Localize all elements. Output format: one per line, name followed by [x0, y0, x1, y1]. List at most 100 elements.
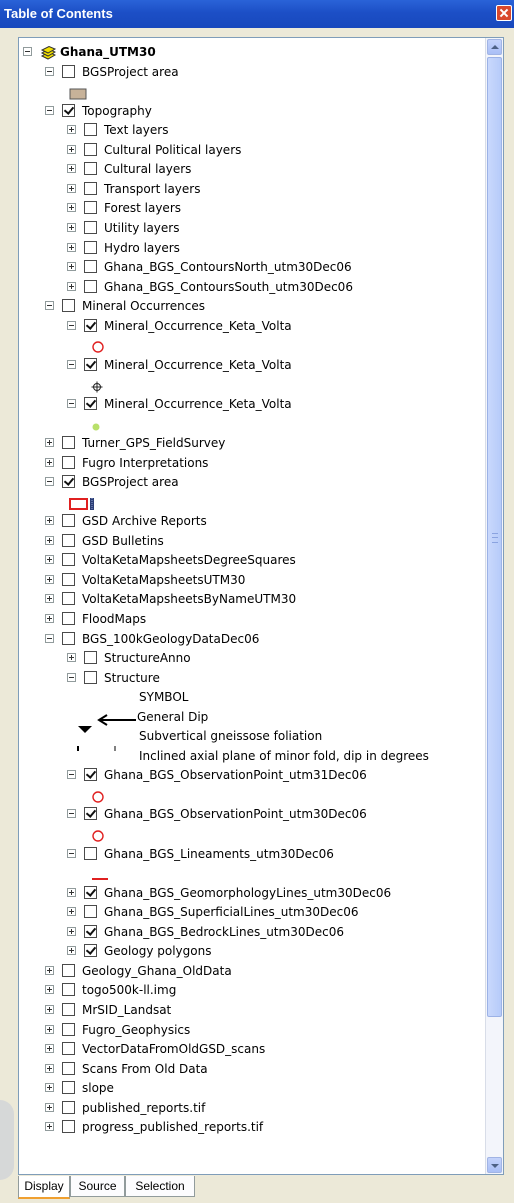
expand-icon[interactable] — [45, 1122, 54, 1132]
expand-icon[interactable] — [45, 535, 54, 545]
expand-icon[interactable] — [67, 222, 76, 232]
layer-visibility-checkbox[interactable] — [62, 1100, 75, 1114]
layer-visibility-checkbox[interactable] — [84, 905, 97, 919]
collapse-icon[interactable] — [67, 770, 76, 780]
toc-tree-panel[interactable]: Ghana_UTM30 BGSProject area Topography Text… — [18, 37, 504, 1175]
collapse-icon[interactable] — [67, 672, 76, 682]
expand-icon[interactable] — [67, 887, 76, 897]
layer-label[interactable]: FloodMaps — [82, 611, 146, 627]
collapse-icon[interactable] — [67, 809, 76, 819]
collapse-icon[interactable] — [23, 47, 32, 56]
layer-visibility-checkbox[interactable] — [62, 475, 75, 489]
collapse-icon[interactable] — [67, 320, 76, 330]
layer-row[interactable]: Mineral_Occurrence_Keta_Volta — [19, 357, 479, 375]
layer-row[interactable]: BGSProject area — [19, 64, 479, 82]
layer-visibility-checkbox[interactable] — [84, 240, 97, 254]
expand-icon[interactable] — [45, 438, 54, 447]
layer-row[interactable]: MrSID_Landsat — [19, 1002, 479, 1020]
layer-row[interactable]: Ghana_BGS_GeomorphologyLines_utm30Dec06 — [19, 885, 479, 903]
layer-row[interactable]: Ghana_BGS_ContoursSouth_utm30Dec06 — [19, 279, 479, 297]
layer-label[interactable]: Mineral_Occurrence_Keta_Volta — [104, 357, 292, 373]
layer-label[interactable]: VoltaKetaMapsheetsDegreeSquares — [82, 552, 296, 568]
expand-icon[interactable] — [45, 985, 54, 995]
layer-label[interactable]: Cultural Political layers — [104, 142, 241, 158]
layer-row[interactable]: Ghana_BGS_ObservationPoint_utm30Dec06 — [19, 806, 479, 824]
layer-visibility-checkbox[interactable] — [62, 514, 75, 528]
layer-row[interactable]: Mineral Occurrences — [19, 298, 479, 316]
collapse-icon[interactable] — [45, 477, 54, 487]
expand-icon[interactable] — [67, 125, 76, 135]
layer-label[interactable]: Geology_Ghana_OldData — [82, 963, 232, 979]
tab-display[interactable]: Display — [18, 1176, 70, 1199]
layer-visibility-checkbox[interactable] — [84, 201, 97, 215]
collapse-icon[interactable] — [67, 359, 76, 369]
expand-icon[interactable] — [67, 144, 76, 154]
layer-visibility-checkbox[interactable] — [84, 123, 97, 137]
layer-row[interactable]: Topography — [19, 103, 479, 121]
layer-label[interactable]: Transport layers — [104, 181, 200, 197]
layer-visibility-checkbox[interactable] — [84, 651, 97, 665]
layer-label[interactable]: Mineral_Occurrence_Keta_Volta — [104, 318, 292, 334]
layer-visibility-checkbox[interactable] — [62, 64, 75, 78]
layer-visibility-checkbox[interactable] — [62, 963, 75, 977]
layer-visibility-checkbox[interactable] — [62, 572, 75, 586]
layer-label[interactable]: Structure — [104, 670, 160, 686]
tab-selection[interactable]: Selection — [125, 1176, 195, 1197]
layer-row[interactable]: Ghana_UTM30 — [19, 44, 479, 62]
layer-row[interactable]: Turner_GPS_FieldSurvey — [19, 435, 479, 453]
layer-label[interactable]: Ghana_BGS_ContoursSouth_utm30Dec06 — [104, 279, 353, 295]
layer-row[interactable]: Scans From Old Data — [19, 1061, 479, 1079]
layer-row[interactable]: Ghana_BGS_SuperficialLines_utm30Dec06 — [19, 904, 479, 922]
layer-visibility-checkbox[interactable] — [62, 299, 75, 313]
layer-row[interactable]: BGSProject area — [19, 474, 479, 492]
layer-visibility-checkbox[interactable] — [84, 260, 97, 274]
expand-icon[interactable] — [67, 242, 76, 252]
expand-icon[interactable] — [45, 516, 54, 526]
layer-label[interactable]: published_reports.tif — [82, 1100, 205, 1116]
layer-label[interactable]: Utility layers — [104, 220, 179, 236]
expand-icon[interactable] — [67, 164, 76, 174]
expand-icon[interactable] — [67, 926, 76, 936]
layer-label[interactable]: Text layers — [104, 122, 168, 138]
expand-icon[interactable] — [67, 907, 76, 917]
layer-row[interactable]: slope — [19, 1080, 479, 1098]
layer-label[interactable]: slope — [82, 1080, 114, 1096]
layer-row[interactable]: VoltaKetaMapsheetsByNameUTM30 — [19, 591, 479, 609]
layer-visibility-checkbox[interactable] — [84, 162, 97, 176]
layer-label[interactable]: Topography — [82, 103, 152, 119]
layer-label[interactable]: Scans From Old Data — [82, 1061, 208, 1077]
layer-row[interactable]: Structure — [19, 670, 479, 688]
layer-row[interactable]: VoltaKetaMapsheetsDegreeSquares — [19, 552, 479, 570]
expand-icon[interactable] — [45, 555, 54, 565]
layer-row[interactable]: Forest layers — [19, 200, 479, 218]
layer-row[interactable]: StructureAnno — [19, 650, 479, 668]
layer-visibility-checkbox[interactable] — [62, 1061, 75, 1075]
layer-row[interactable]: GSD Archive Reports — [19, 513, 479, 531]
expand-icon[interactable] — [45, 965, 54, 975]
collapse-icon[interactable] — [67, 398, 76, 408]
layer-label[interactable]: MrSID_Landsat — [82, 1002, 171, 1018]
layer-label[interactable]: Turner_GPS_FieldSurvey — [82, 435, 225, 451]
layer-label[interactable]: Fugro_Geophysics — [82, 1022, 190, 1038]
layer-row[interactable]: Hydro layers — [19, 240, 479, 258]
layer-label[interactable]: Fugro Interpretations — [82, 455, 208, 471]
layer-label[interactable]: Hydro layers — [104, 240, 180, 256]
layer-visibility-checkbox[interactable] — [84, 220, 97, 234]
vertical-scrollbar[interactable] — [485, 38, 503, 1174]
layer-label[interactable]: Ghana_UTM30 — [60, 44, 156, 60]
layer-label[interactable]: Ghana_BGS_SuperficialLines_utm30Dec06 — [104, 904, 359, 920]
layer-label[interactable]: Geology polygons — [104, 943, 211, 959]
collapse-icon[interactable] — [45, 301, 54, 311]
expand-icon[interactable] — [45, 1083, 54, 1093]
layer-row[interactable]: Fugro_Geophysics — [19, 1022, 479, 1040]
layer-label[interactable]: BGS_100kGeologyDataDec06 — [82, 631, 259, 647]
layer-label[interactable]: BGSProject area — [82, 64, 179, 80]
layer-row[interactable]: Utility layers — [19, 220, 479, 238]
expand-icon[interactable] — [45, 1044, 54, 1054]
layer-row[interactable]: Ghana_BGS_ObservationPoint_utm31Dec06 — [19, 767, 479, 785]
layer-row[interactable]: Transport layers — [19, 181, 479, 199]
layer-row[interactable]: VectorDataFromOldGSD_scans — [19, 1041, 479, 1059]
layer-label[interactable]: GSD Archive Reports — [82, 513, 207, 529]
layer-label[interactable]: togo500k-ll.img — [82, 982, 176, 998]
layer-visibility-checkbox[interactable] — [84, 357, 97, 371]
